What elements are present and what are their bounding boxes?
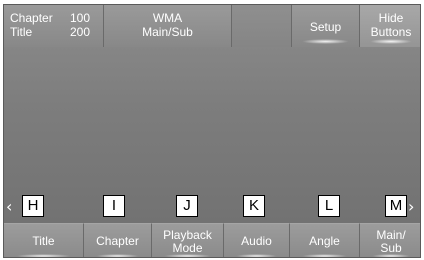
chapter-button-label: Chapter [96,234,139,248]
screen: Chapter 100 Title 200 WMA Main/Sub Setup… [0,0,424,260]
title-label: Title [10,25,33,39]
chapter-value: 100 [70,11,91,25]
playback-mode-label-line1: Playback [163,227,212,242]
title-info: Title 200 [10,25,103,39]
marker-k: K [243,195,265,217]
main-sub-label-line2: Sub [380,240,402,255]
top-bar-spacer [232,5,292,47]
marker-h: H [22,195,44,217]
marker-j: J [176,195,198,217]
playback-mode-label-line2: Mode [172,240,203,255]
media-info: WMA Main/Sub [104,5,232,47]
title-button-label: Title [32,234,55,248]
angle-button[interactable]: Angle [290,223,360,257]
media-format: WMA [152,11,183,25]
chevron-right-icon[interactable]: › [408,197,414,217]
playback-mode-button[interactable]: Playback Mode [152,223,224,257]
hide-buttons-button[interactable]: Hide Buttons [360,5,420,47]
media-mode: Main/Sub [142,25,193,39]
hide-buttons-label-line2: Buttons [370,25,412,39]
setup-label: Setup [309,20,342,34]
title-button[interactable]: Title [4,223,84,257]
marker-row: ‹ H I J K L M › [4,193,420,221]
setup-button[interactable]: Setup [292,5,360,47]
bottom-button-bar: Title Chapter Playback Mode Audio Angle … [4,223,420,257]
chapter-label: Chapter [10,11,53,25]
angle-button-label: Angle [309,234,340,248]
main-sub-label-line1: Main/ [376,227,406,242]
title-value: 200 [70,25,91,39]
marker-l: L [318,195,340,217]
top-bar: Chapter 100 Title 200 WMA Main/Sub Setup… [4,5,420,47]
audio-button[interactable]: Audio [224,223,290,257]
hide-buttons-label-line1: Hide [378,11,404,25]
main-sub-button[interactable]: Main/ Sub [360,223,420,257]
marker-i: I [103,195,125,217]
chapter-info: Chapter 100 [10,11,103,25]
playback-info: Chapter 100 Title 200 [4,5,104,47]
audio-button-label: Audio [241,234,272,248]
marker-m: M [385,195,407,217]
chapter-button[interactable]: Chapter [84,223,152,257]
video-player-panel: Chapter 100 Title 200 WMA Main/Sub Setup… [3,4,421,258]
chevron-left-icon[interactable]: ‹ [6,197,12,217]
